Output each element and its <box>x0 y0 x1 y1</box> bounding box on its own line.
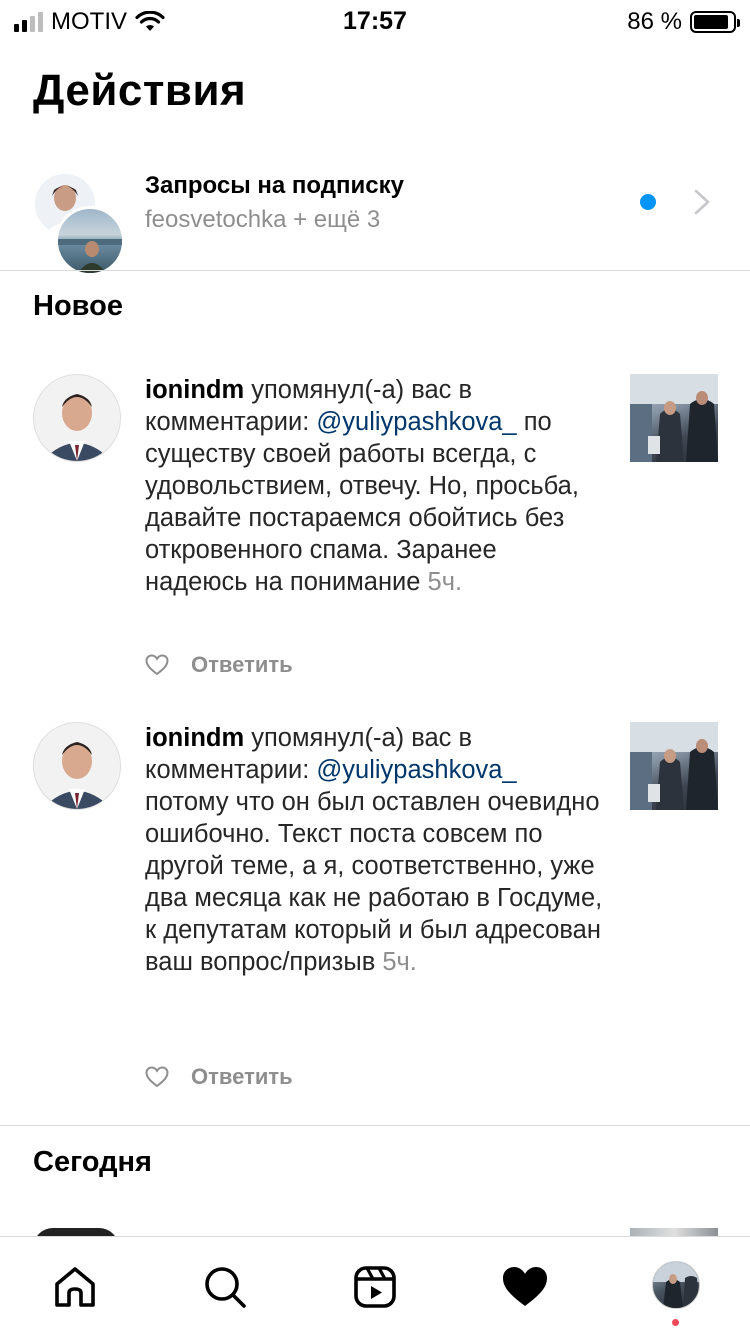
divider <box>0 1125 750 1126</box>
profile-notification-dot <box>672 1319 679 1326</box>
section-header-new: Новое <box>33 290 123 322</box>
search-icon <box>205 1267 246 1308</box>
timestamp: 5ч. <box>375 948 417 976</box>
username[interactable]: ionindm <box>145 376 244 404</box>
heart-icon <box>503 1267 547 1306</box>
tab-profile-avatar[interactable] <box>652 1261 700 1309</box>
notification-item[interactable]: ionindm упомянул(-а) вас в комментарии: … <box>0 722 750 1102</box>
notification-text: ionindm упомянул(-а) вас в комментарии: … <box>145 374 605 598</box>
battery-percent: 86 % <box>627 8 682 35</box>
follow-requests-subtitle: feosvetochka + ещё 3 <box>145 206 381 233</box>
page-title: Действия <box>33 66 247 115</box>
battery-icon <box>690 11 740 33</box>
follow-requests-avatars <box>33 172 125 276</box>
home-icon <box>55 1267 95 1307</box>
notification-actions: Ответить <box>145 652 293 678</box>
follow-requests-title: Запросы на подписку <box>145 172 404 199</box>
notification-actions: Ответить <box>145 1064 293 1090</box>
unread-dot <box>640 194 656 210</box>
post-thumbnail[interactable] <box>630 374 718 462</box>
reply-button[interactable]: Ответить <box>191 652 293 678</box>
follow-requests-row[interactable]: Запросы на подписку feosvetochka + ещё 3 <box>0 160 750 276</box>
avatar[interactable] <box>33 722 121 810</box>
username[interactable]: ionindm <box>145 724 244 752</box>
reply-button[interactable]: Ответить <box>191 1064 293 1090</box>
avatar <box>55 206 125 276</box>
post-thumbnail[interactable] <box>630 722 718 810</box>
notification-item[interactable]: ionindm упомянул(-а) вас в комментарии: … <box>0 374 750 684</box>
tab-home[interactable] <box>51 1263 99 1311</box>
heart-outline-icon[interactable] <box>145 1066 169 1088</box>
chevron-right-icon <box>694 189 710 215</box>
tab-reels[interactable] <box>351 1263 399 1311</box>
divider <box>0 270 750 271</box>
heart-outline-icon[interactable] <box>145 654 169 676</box>
comment-text: потому что он был оставлен очевидно ошиб… <box>145 788 603 976</box>
avatar[interactable] <box>33 374 121 462</box>
mention-link[interactable]: @yuliypashkova_ <box>316 408 516 436</box>
reels-icon <box>354 1266 396 1308</box>
tab-search[interactable] <box>201 1263 249 1311</box>
comment-text: по существу своей работы всегда, с удово… <box>145 408 579 596</box>
tab-activity[interactable] <box>501 1263 549 1311</box>
status-bar: MOTIV 17:57 86 % <box>0 0 750 40</box>
section-header-today: Сегодня <box>33 1146 152 1178</box>
mention-link[interactable]: @yuliypashkova_ <box>316 756 516 784</box>
timestamp: 5ч. <box>420 568 463 596</box>
status-bar-right: 86 % <box>627 8 740 36</box>
notification-text: ionindm упомянул(-а) вас в комментарии: … <box>145 722 605 978</box>
tab-bar <box>0 1236 750 1335</box>
